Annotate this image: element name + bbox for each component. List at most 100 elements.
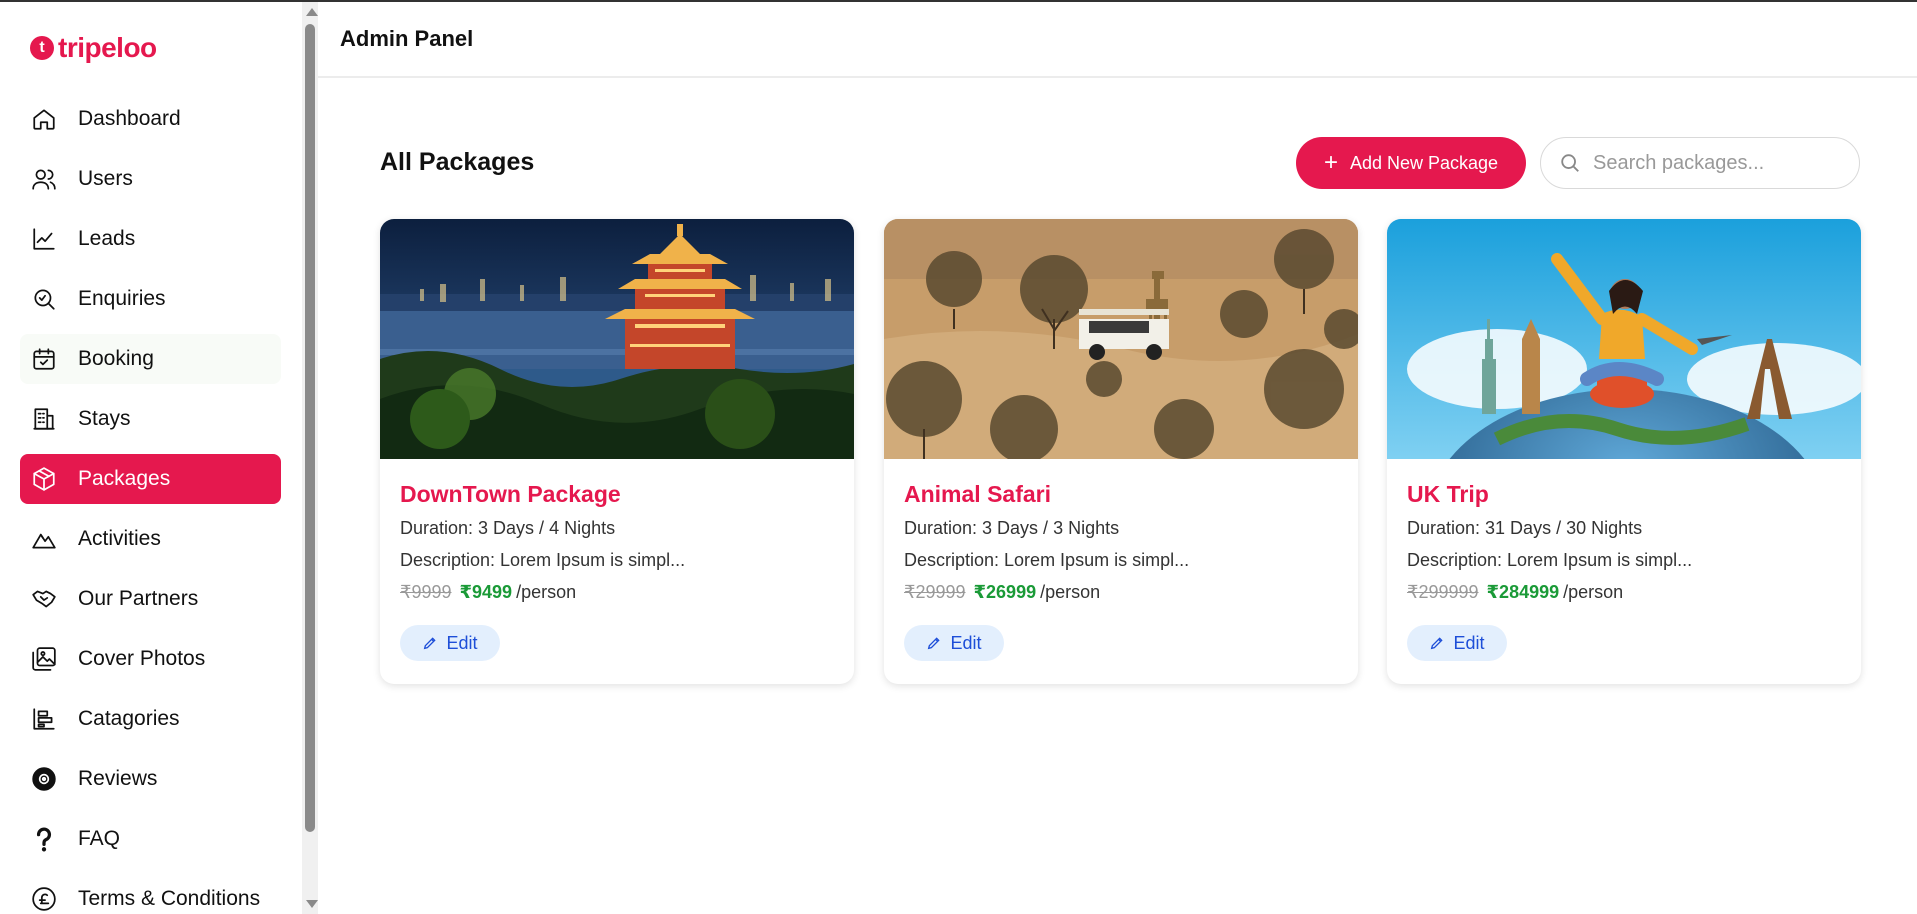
sidebar-item-leads[interactable]: Leads	[20, 214, 281, 264]
sidebar-item-label: Stays	[78, 407, 131, 430]
sidebar: t tripeloo Dashboard Users Leads Enquiri…	[0, 2, 302, 914]
package-card-body: Animal Safari Duration: 3 Days / 3 Night…	[884, 459, 1358, 661]
handshake-icon	[30, 585, 58, 613]
edit-button[interactable]: Edit	[400, 625, 500, 661]
package-image	[380, 219, 854, 459]
scroll-down-icon[interactable]	[306, 900, 318, 908]
plus-icon: +	[1323, 149, 1338, 176]
top-header: Admin Panel	[318, 2, 1917, 78]
mountain-icon	[30, 525, 58, 553]
calendar-check-icon	[30, 345, 58, 373]
pencil-icon	[928, 637, 941, 650]
sidebar-item-label: Catagories	[78, 707, 180, 730]
package-card-body: UK Trip Duration: 31 Days / 30 Nights De…	[1387, 459, 1861, 661]
edit-label: Edit	[446, 632, 478, 653]
sidebar-scrollbar[interactable]	[302, 2, 318, 914]
package-image	[884, 219, 1358, 459]
price-old: ₹299999	[1407, 582, 1479, 602]
sidebar-item-label: Dashboard	[78, 107, 181, 130]
price-unit: /person	[516, 582, 577, 602]
users-icon	[30, 165, 58, 193]
price-old: ₹29999	[904, 582, 966, 602]
sidebar-item-activities[interactable]: Activities	[20, 514, 281, 564]
sidebar-item-enquiries[interactable]: Enquiries	[20, 274, 281, 324]
sidebar-item-label: Enquiries	[78, 287, 166, 310]
package-card: DownTown Package Duration: 3 Days / 4 Ni…	[380, 219, 854, 684]
category-icon	[30, 705, 58, 733]
package-title[interactable]: Animal Safari	[904, 481, 1338, 508]
sidebar-item-users[interactable]: Users	[20, 154, 281, 204]
sidebar-item-booking[interactable]: Booking	[20, 334, 281, 384]
price-new: ₹26999	[973, 582, 1037, 602]
sidebar-item-label: Packages	[78, 467, 171, 490]
package-title[interactable]: DownTown Package	[400, 481, 834, 508]
add-new-package-label: Add New Package	[1349, 152, 1499, 173]
sidebar-item-label: Activities	[78, 527, 161, 550]
package-card: UK Trip Duration: 31 Days / 30 Nights De…	[1387, 219, 1861, 684]
package-price: ₹29999 ₹26999/person	[904, 582, 1338, 603]
search-input[interactable]	[1593, 151, 1833, 175]
package-description: Description: Lorem Ipsum is simpl...	[400, 550, 686, 570]
package-price: ₹9999 ₹9499/person	[400, 582, 834, 603]
main-content: All Packages + Add New Package Search pa…	[318, 80, 1917, 914]
sidebar-item-packages[interactable]: Packages	[20, 454, 281, 504]
scroll-thumb[interactable]	[305, 24, 315, 832]
sidebar-item-stays[interactable]: Stays	[20, 394, 281, 444]
edit-button[interactable]: Edit	[1407, 625, 1507, 661]
price-old: ₹9999	[400, 582, 452, 602]
price-new: ₹9499	[459, 582, 513, 602]
page-title: Admin Panel	[340, 26, 474, 51]
package-image	[1387, 219, 1861, 459]
search-icon	[30, 285, 58, 313]
sidebar-item-dashboard[interactable]: Dashboard	[20, 94, 281, 144]
section-title: All Packages	[380, 148, 535, 176]
package-duration: Duration: 3 Days / 3 Nights	[904, 518, 1120, 538]
building-icon	[30, 405, 58, 433]
sidebar-item-label: Leads	[78, 227, 136, 250]
trending-up-icon	[30, 225, 58, 253]
sidebar-item-catagories[interactable]: Catagories	[20, 694, 281, 744]
question-icon	[30, 825, 58, 853]
package-icon	[30, 465, 58, 493]
pound-icon	[30, 885, 58, 913]
sidebar-item-label: Users	[78, 167, 133, 190]
logo-text: tripeloo	[58, 32, 157, 63]
price-unit: /person	[1040, 582, 1101, 602]
sidebar-item-label: Our Partners	[78, 587, 199, 610]
sidebar-item-label: Booking	[78, 347, 154, 370]
package-card: Animal Safari Duration: 3 Days / 3 Night…	[884, 219, 1358, 684]
package-description: Description: Lorem Ipsum is simpl...	[904, 550, 1190, 570]
sidebar-item-cover-photos[interactable]: Cover Photos	[20, 634, 281, 684]
edit-button[interactable]: Edit	[904, 625, 1004, 661]
edit-label: Edit	[950, 632, 982, 653]
sidebar-item-label: FAQ	[78, 827, 121, 850]
edit-label: Edit	[1453, 632, 1485, 653]
sidebar-item-faq[interactable]: FAQ	[20, 814, 281, 864]
sidebar-item-reviews[interactable]: Reviews	[20, 754, 281, 804]
package-price: ₹299999 ₹284999/person	[1407, 582, 1841, 603]
sidebar-nav: Dashboard Users Leads Enquiries Booking …	[20, 94, 281, 914]
add-new-package-button[interactable]: + Add New Package	[1296, 137, 1526, 189]
search-icon	[1561, 154, 1579, 172]
package-duration: Duration: 31 Days / 30 Nights	[1407, 518, 1643, 538]
package-card-body: DownTown Package Duration: 3 Days / 4 Ni…	[380, 459, 854, 661]
pencil-icon	[1431, 637, 1444, 650]
review-icon	[30, 765, 58, 793]
package-duration: Duration: 3 Days / 4 Nights	[400, 518, 616, 538]
gallery-icon	[30, 645, 58, 673]
sidebar-item-label: Reviews	[78, 767, 158, 790]
package-description: Description: Lorem Ipsum is simpl...	[1407, 550, 1693, 570]
package-title[interactable]: UK Trip	[1407, 481, 1841, 508]
sidebar-item-label: Cover Photos	[78, 647, 206, 670]
pencil-icon	[424, 637, 437, 650]
logo-mark-icon: t	[30, 36, 54, 60]
brand-logo[interactable]: t tripeloo	[30, 32, 157, 64]
search-box[interactable]	[1540, 137, 1860, 189]
home-icon	[30, 105, 58, 133]
price-unit: /person	[1563, 582, 1624, 602]
sidebar-item-our-partners[interactable]: Our Partners	[20, 574, 281, 624]
price-new: ₹284999	[1486, 582, 1560, 602]
scroll-up-icon[interactable]	[306, 8, 318, 16]
sidebar-item-label: Terms & Conditions	[78, 887, 261, 910]
sidebar-item-terms-conditions[interactable]: Terms & Conditions	[20, 874, 281, 914]
